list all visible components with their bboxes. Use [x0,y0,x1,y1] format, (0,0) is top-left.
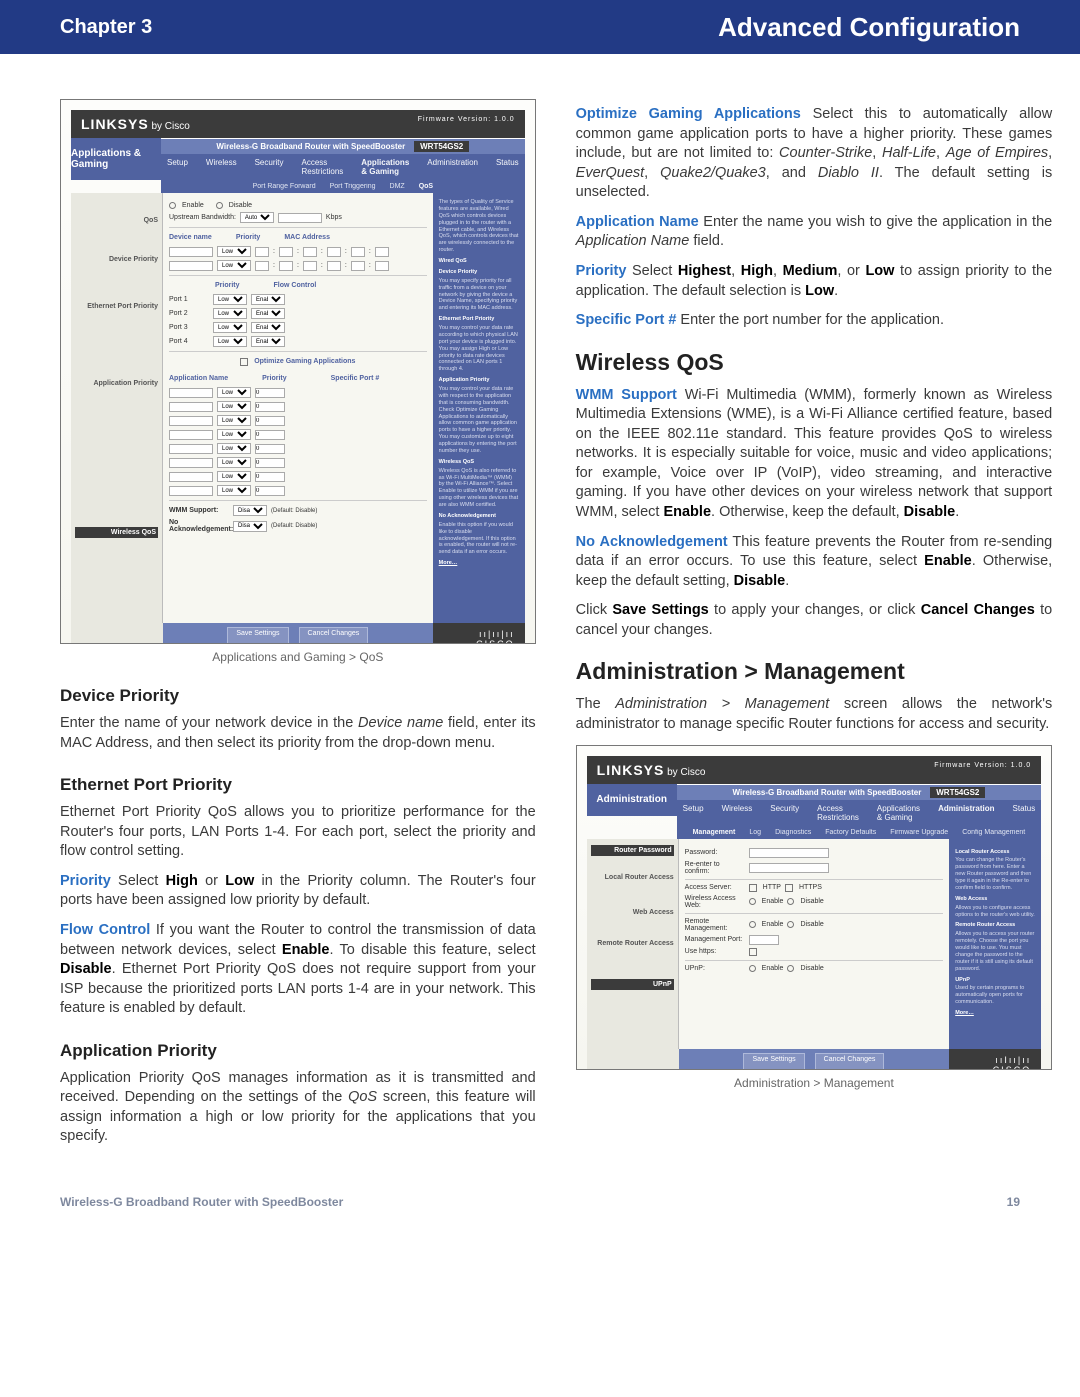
ss-help-panel: The types of Quality of Service features… [433,193,525,623]
left-column: LINKSYS by Cisco Firmware Version: 1.0.0… [60,99,536,1157]
wireless-qos-heading: Wireless QoS [576,349,1053,376]
ss2-left: Router Password Local Router Access Web … [587,839,679,1049]
optimize-text: Optimize Gaming Applications Select this… [576,105,1053,203]
upstream-select[interactable]: Auto [240,212,274,223]
priority-text: Priority Select High or Low in the Prior… [60,872,536,911]
page-footer: Wireless-G Broadband Router with SpeedBo… [0,1187,1080,1233]
ss-form-area: Enable Disable Upstream Bandwidth: Auto … [163,193,433,623]
sub-tabs2[interactable]: ManagementLogDiagnosticsFactory Defaults… [677,826,1042,839]
ss-left-labels: QoS Device Priority Ethernet Port Priori… [71,193,163,623]
footer-page: 19 [1007,1195,1020,1209]
main-tabs[interactable]: SetupWirelessSecurityAccess Restrictions… [161,154,525,180]
save-changes-text: Click Save Settings to apply your change… [576,601,1053,640]
page-body: LINKSYS by Cisco Firmware Version: 1.0.0… [0,54,1080,1187]
app-priority-text: Application Priority QoS manages informa… [60,1069,536,1147]
prio-select[interactable]: Low [217,246,251,257]
specific-port-text: Specific Port # Enter the port number fo… [576,311,1053,331]
chapter-label: Chapter 3 [60,16,152,39]
linksys-bar2: LINKSYS by Cisco Firmware Version: 1.0.0 [587,756,1042,784]
page-header: Chapter 3 Advanced Configuration [0,0,1080,54]
cancel-button[interactable]: Cancel Changes [299,627,369,644]
wmm-text: WMM Support Wi-Fi Multimedia (WMM), form… [576,386,1053,523]
ss2-help: Local Router AccessYou can change the Ro… [949,839,1041,1049]
optimize-checkbox[interactable] [240,358,248,366]
ethernet-priority-text: Ethernet Port Priority QoS allows you to… [60,803,536,862]
screenshot2-caption: Administration > Management [576,1076,1053,1090]
cancel-button2[interactable]: Cancel Changes [815,1053,885,1070]
device-priority-text: Enter the name of your network device in… [60,714,536,753]
confirm-input[interactable] [749,863,829,873]
footer-product: Wireless-G Broadband Router with SpeedBo… [60,1195,343,1209]
priority-select-text: Priority Select Highest, High, Medium, o… [576,262,1053,301]
sub-tabs[interactable]: Port Range ForwardPort TriggeringDMZQoS [161,180,525,193]
save-button[interactable]: Save Settings [227,627,288,644]
side-title2: Administration [587,784,677,816]
admin-mgmt-heading: Administration > Management [576,658,1053,685]
flow-control-text: Flow Control If you want the Router to c… [60,921,536,1019]
admin-screenshot: LINKSYS by Cisco Firmware Version: 1.0.0… [576,745,1053,1070]
enable-radio[interactable] [169,202,176,209]
devname-input[interactable] [169,261,213,271]
disable-radio[interactable] [216,202,223,209]
linksys-brand: LINKSYS [81,116,149,132]
linksys-bar: LINKSYS by Cisco Firmware Version: 1.0.0 [71,110,525,138]
save-button2[interactable]: Save Settings [743,1053,804,1070]
cisco-logo: ıı|ıı|ııCISCO [433,623,525,644]
appname-text: Application Name Enter the name you wish… [576,213,1053,252]
save-cancel-bar: Save Settings Cancel Changes [163,623,433,644]
ethernet-priority-heading: Ethernet Port Priority [60,775,536,795]
router-model-strip: Wireless-G Broadband Router with SpeedBo… [161,138,525,154]
linksys-by: by Cisco [149,121,190,132]
qos-screenshot: LINKSYS by Cisco Firmware Version: 1.0.0… [60,99,536,644]
right-column: Optimize Gaming Applications Select this… [576,99,1053,1157]
devname-input[interactable] [169,247,213,257]
side-title: Applications & Gaming [71,138,161,180]
page-title: Advanced Configuration [718,12,1020,43]
screenshot1-caption: Applications and Gaming > QoS [60,650,536,664]
kbps-input[interactable] [278,213,322,223]
main-tabs2[interactable]: SetupWirelessSecurityAccess Restrictions… [677,800,1042,826]
app-priority-heading: Application Priority [60,1041,536,1061]
fw-version: Firmware Version: 1.0.0 [418,116,515,123]
noack-text: No Acknowledgement This feature prevents… [576,533,1053,592]
password-input[interactable] [749,848,829,858]
ss2-form: Password: Re-enter to confirm: Access Se… [679,839,950,1049]
device-priority-heading: Device Priority [60,686,536,706]
prio-select[interactable]: Low [217,260,251,271]
admin-mgmt-text: The Administration > Management screen a… [576,695,1053,734]
